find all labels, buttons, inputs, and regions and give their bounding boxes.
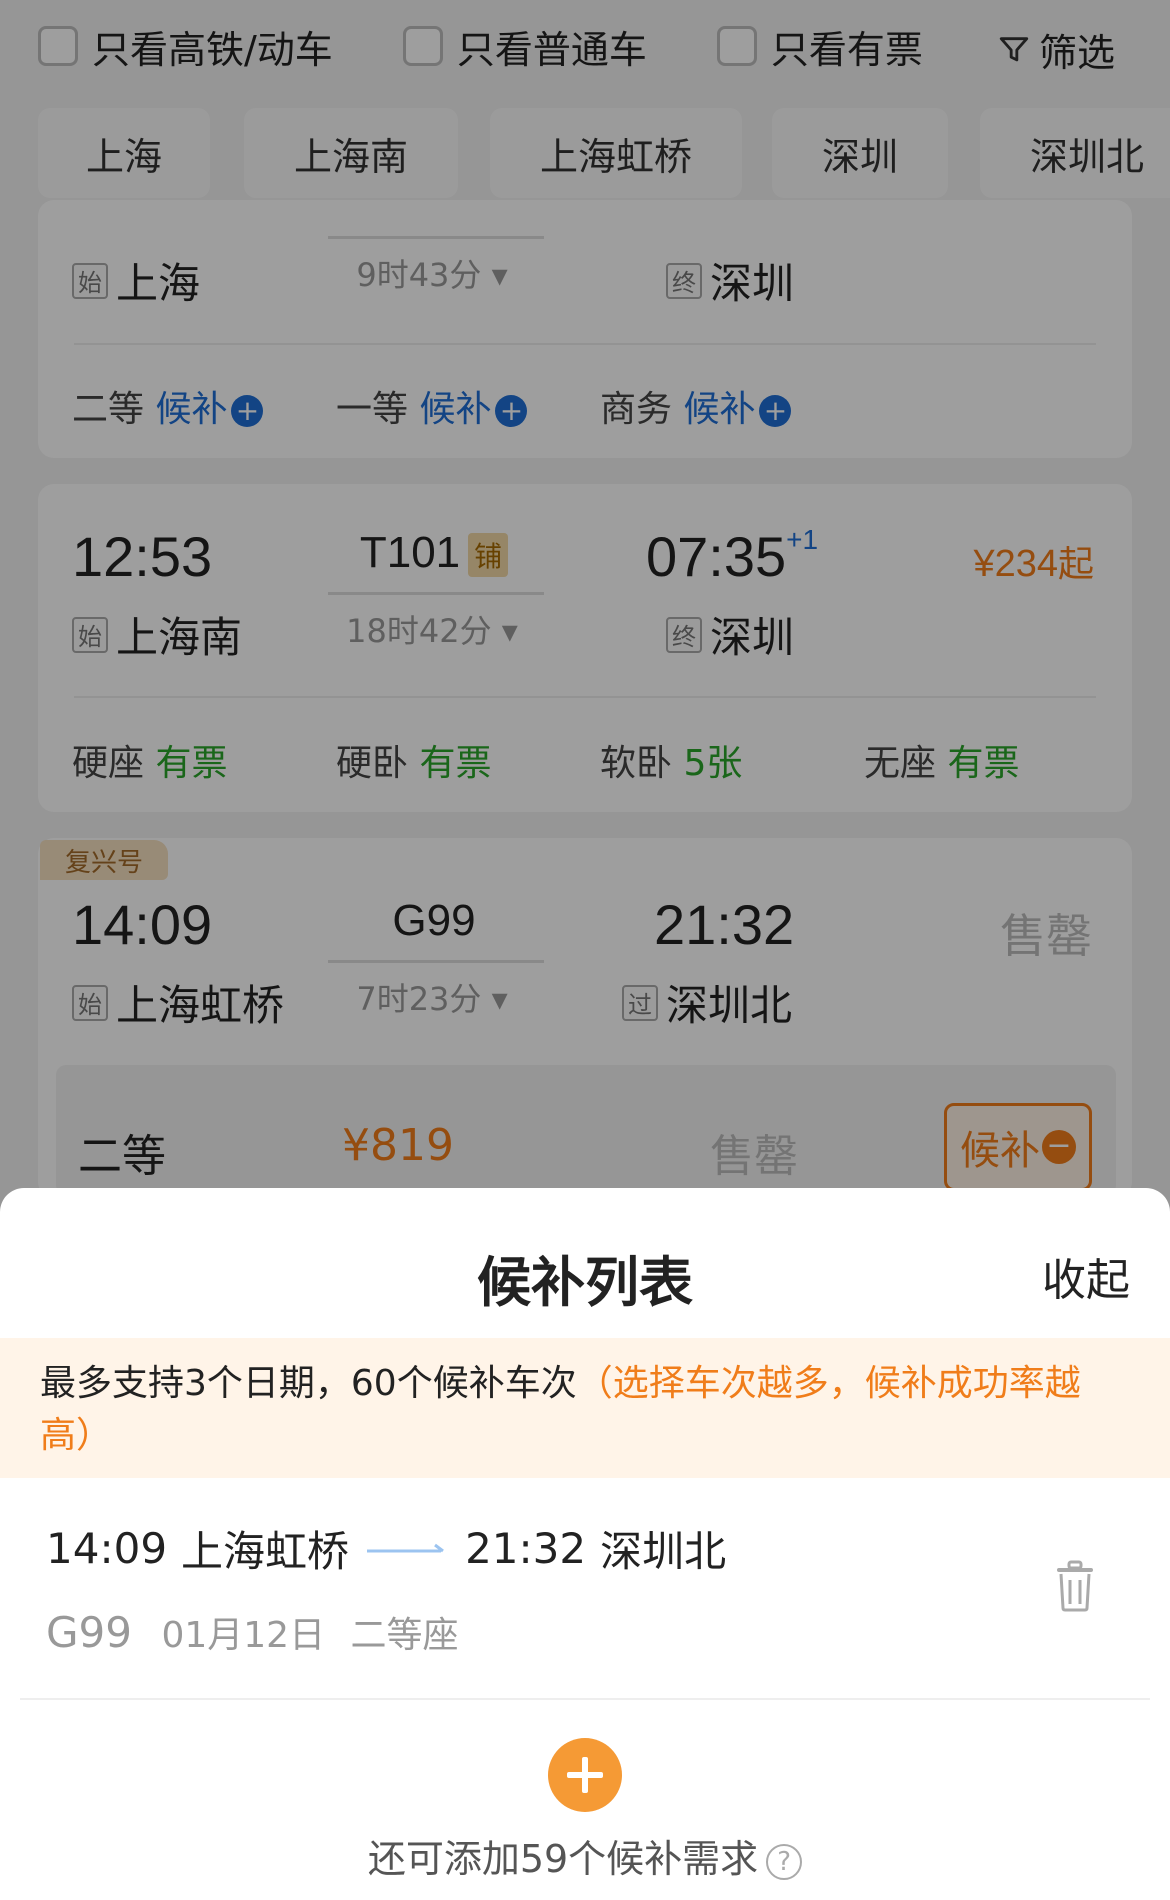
add-hint-text: 还可添加59个候补需求 — [367, 1837, 759, 1881]
entry-arr-time: 21:32 — [465, 1524, 587, 1573]
add-waitlist-button[interactable] — [548, 1738, 622, 1812]
divider — [20, 1698, 1150, 1700]
arrow-icon — [367, 1543, 444, 1552]
entry-date: 01月12日 — [161, 1615, 326, 1656]
trash-icon[interactable] — [1055, 1560, 1095, 1612]
waitlist-entry: 14:09 上海虹桥 21:32 深圳北 — [46, 1518, 726, 1579]
help-icon[interactable]: ? — [766, 1843, 803, 1880]
entry-seat: 二等座 — [350, 1615, 459, 1656]
entry-dep-time: 14:09 — [46, 1524, 168, 1573]
notice-text: 最多支持3个日期，60个候补车次 — [40, 1363, 577, 1404]
waitlist-sheet: 候补列表 收起 最多支持3个日期，60个候补车次（选择车次越多，候补成功率越高）… — [0, 1188, 1170, 1900]
entry-details: G99 01月12日 二等座 — [46, 1606, 459, 1658]
add-hint: 还可添加59个候补需求? — [0, 1828, 1170, 1883]
entry-dep-station: 上海虹桥 — [181, 1527, 350, 1576]
notice-banner: 最多支持3个日期，60个候补车次（选择车次越多，候补成功率越高） — [0, 1338, 1170, 1478]
entry-arr-station: 深圳北 — [600, 1527, 727, 1576]
sheet-title: 候补列表 — [477, 1251, 693, 1314]
collapse-button[interactable]: 收起 — [1042, 1244, 1130, 1308]
entry-train: G99 — [46, 1608, 132, 1657]
